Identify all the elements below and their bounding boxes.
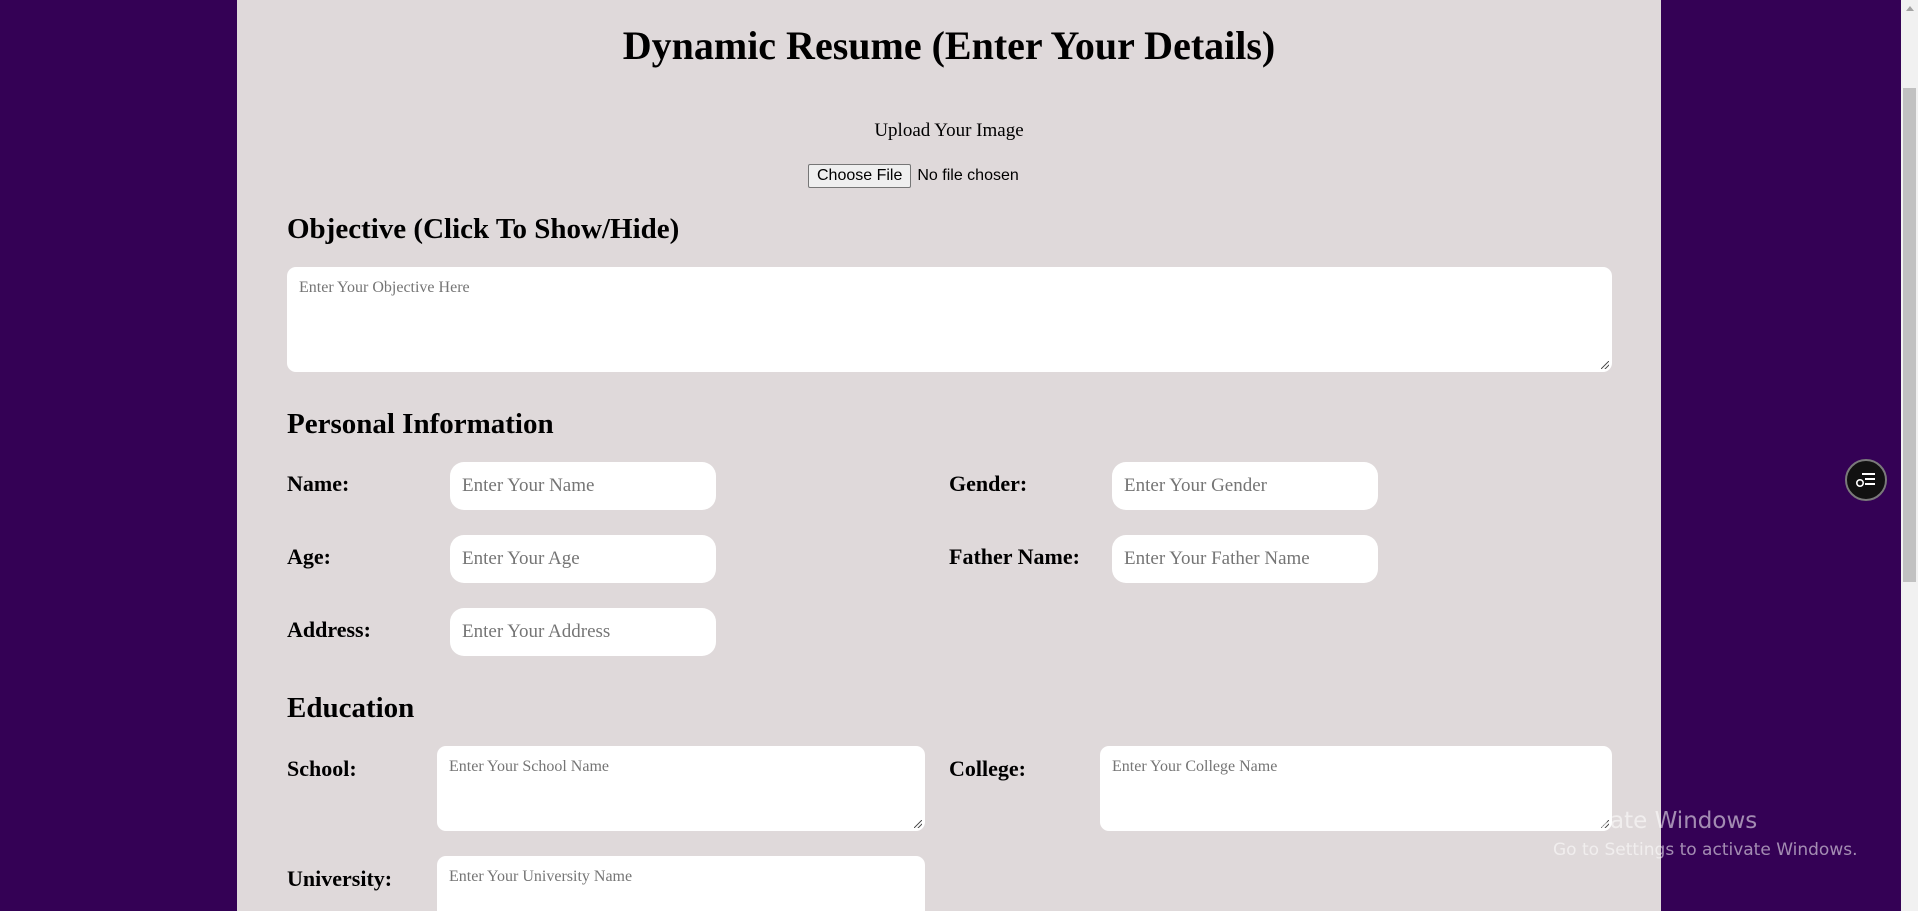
school-label: School: [287,756,357,781]
objective-textarea[interactable]: Enter Your Objective Here [287,267,1612,372]
watermark-title: Activate Windows [1553,808,1758,834]
vertical-scrollbar[interactable] [1901,0,1918,911]
college-textarea[interactable]: Enter Your College Name [1100,746,1612,831]
file-upload-row: Choose File No file chosen [808,164,1019,188]
university-placeholder: Enter Your University Name [449,868,633,885]
name-label: Name: [287,471,350,496]
personal-information-heading: Personal Information [287,408,554,440]
school-placeholder: Enter Your School Name [449,758,609,775]
gender-label: Gender: [949,471,1028,496]
address-input[interactable]: Enter Your Address [450,608,716,656]
age-label: Age: [287,544,331,569]
school-textarea[interactable]: Enter Your School Name [437,746,925,831]
college-label: College: [949,756,1026,781]
name-input[interactable]: Enter Your Name [450,462,716,510]
age-input[interactable]: Enter Your Age [450,535,716,583]
address-placeholder: Enter Your Address [462,621,611,642]
father-name-label: Father Name: [949,544,1080,569]
father-name-placeholder: Enter Your Father Name [1124,548,1310,569]
menu-list-icon[interactable] [1845,459,1887,501]
activate-windows-watermark: Activate Windows Go to Settings to activ… [1553,808,1858,860]
choose-file-button[interactable]: Choose File [808,164,912,188]
file-status-text: No file chosen [917,167,1019,184]
upload-image-label: Upload Your Image [874,120,1024,141]
watermark-subtitle: Go to Settings to activate Windows. [1553,840,1858,860]
objective-placeholder: Enter Your Objective Here [299,279,470,296]
gender-placeholder: Enter Your Gender [1124,475,1268,496]
address-label: Address: [287,617,371,642]
father-name-input[interactable]: Enter Your Father Name [1112,535,1378,583]
university-label: University: [287,866,393,891]
university-textarea[interactable]: Enter Your University Name [437,856,925,911]
resume-form-panel: Dynamic Resume (Enter Your Details) Uplo… [237,0,1661,911]
age-placeholder: Enter Your Age [462,548,580,569]
name-placeholder: Enter Your Name [462,475,595,496]
education-heading: Education [287,692,415,724]
page-title: Dynamic Resume (Enter Your Details) [622,23,1276,68]
gender-input[interactable]: Enter Your Gender [1112,462,1378,510]
college-placeholder: Enter Your College Name [1112,758,1278,775]
objective-heading[interactable]: Objective (Click To Show/Hide) [287,213,679,246]
scrollbar-thumb[interactable] [1903,88,1916,582]
scroll-up-arrow-icon[interactable] [1901,0,1918,17]
